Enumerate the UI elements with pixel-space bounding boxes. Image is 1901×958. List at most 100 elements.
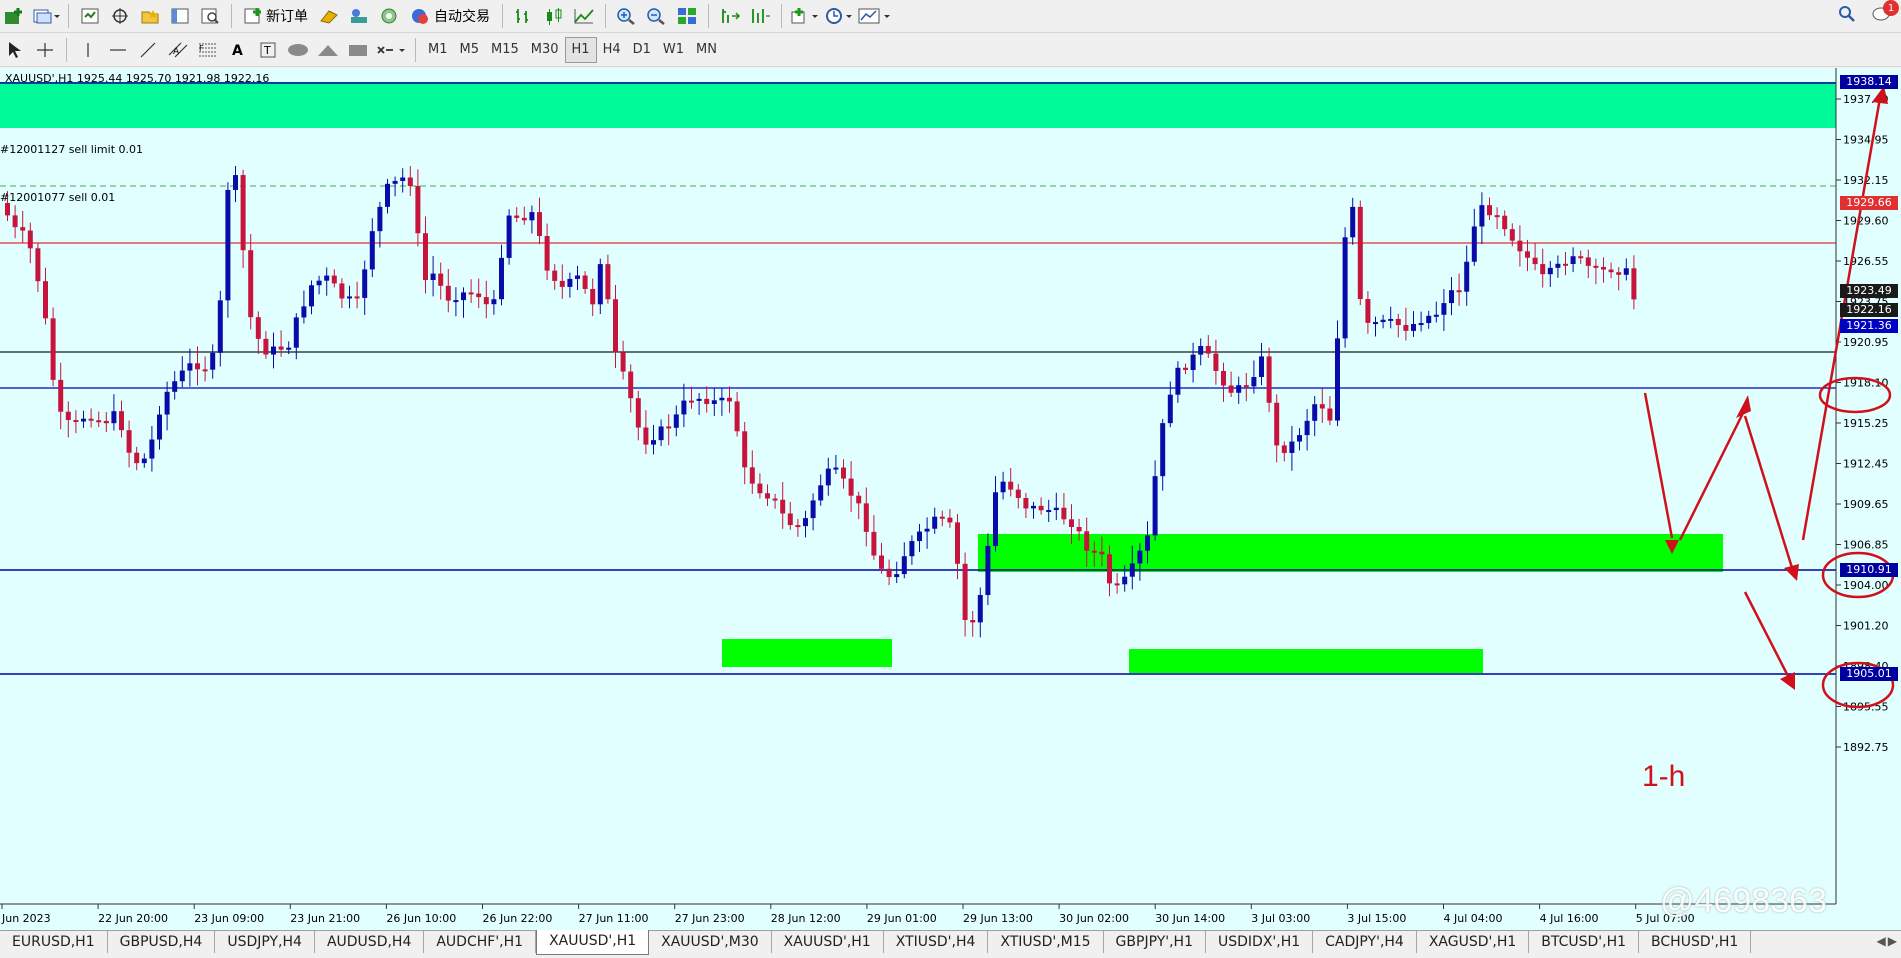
- new-chart-icon[interactable]: [2, 3, 28, 29]
- bull-candle: [1479, 205, 1485, 227]
- text-icon[interactable]: A: [225, 37, 251, 63]
- tile-windows-icon[interactable]: [674, 3, 700, 29]
- arrow-down-2: [1743, 415, 1795, 572]
- bull-candle: [385, 183, 390, 207]
- price-axis: 1937.401934.951932.151929.601926.551923.…: [1836, 93, 1889, 754]
- tab-btcusd-h1[interactable]: BTCUSD',H1: [1529, 931, 1640, 953]
- tab-scroll: ◀ ▶: [1877, 934, 1897, 948]
- rectangle-icon[interactable]: [345, 37, 371, 63]
- tab-gbpjpy-h1[interactable]: GBPJPY',H1: [1104, 931, 1206, 953]
- bull-candle: [924, 528, 930, 532]
- candlestick-chart-icon[interactable]: [541, 3, 567, 29]
- tab-eurusd-h1[interactable]: EURUSD,H1: [0, 931, 108, 953]
- triangle-icon[interactable]: [315, 37, 341, 63]
- sell-limit-order-label[interactable]: #12001127 sell limit 0.01: [0, 143, 143, 156]
- line-chart-icon[interactable]: [571, 3, 597, 29]
- timeframe-w1[interactable]: W1: [657, 37, 690, 63]
- arrows-menu-icon[interactable]: [375, 37, 407, 63]
- timeframe-m5[interactable]: M5: [454, 37, 486, 63]
- tab-usdidx-h1[interactable]: USDIDX',H1: [1206, 931, 1314, 953]
- auto-trading-button[interactable]: 自动交易: [406, 3, 494, 29]
- sell-order-label[interactable]: #12001077 sell 0.01: [0, 191, 115, 204]
- bear-candle: [1221, 370, 1226, 386]
- navigator-icon[interactable]: [167, 3, 193, 29]
- vertical-line-icon[interactable]: [75, 37, 101, 63]
- zoom-in-icon[interactable]: [614, 3, 640, 29]
- trendline-icon[interactable]: [135, 37, 161, 63]
- tab-audchf-h1[interactable]: AUDCHF',H1: [424, 931, 537, 953]
- tab-xauusd-h1[interactable]: XAUUSD',H1: [772, 931, 884, 953]
- price-tag-1923-49: 1923.49: [1840, 284, 1898, 298]
- timeframe-d1[interactable]: D1: [627, 37, 657, 63]
- tab-audusd-h4[interactable]: AUDUSD,H4: [315, 931, 425, 953]
- ellipse-icon[interactable]: [285, 37, 311, 63]
- autoscroll-icon[interactable]: [747, 3, 773, 29]
- timeframe-m15[interactable]: M15: [485, 37, 525, 63]
- favorites-icon[interactable]: [137, 3, 163, 29]
- demand-zone-right: [1129, 649, 1483, 673]
- timeframe-mn[interactable]: MN: [690, 37, 723, 63]
- chevron-right-icon[interactable]: ▶: [1888, 934, 1897, 948]
- tab-xagusd-h1[interactable]: XAGUSD',H1: [1417, 931, 1530, 953]
- demand-zone-left: [722, 639, 892, 667]
- bull-candle: [1342, 237, 1348, 339]
- search-icon[interactable]: [1837, 4, 1857, 28]
- crosshair-icon[interactable]: [32, 37, 58, 63]
- bear-candle: [1213, 353, 1219, 371]
- metaeditor-icon[interactable]: [316, 3, 342, 29]
- tab-gbpusd-h4[interactable]: GBPUSD,H4: [108, 931, 216, 953]
- new-order-button[interactable]: 新订单: [240, 3, 312, 29]
- tab-xauusd-m30[interactable]: XAUUSD',M30: [649, 931, 772, 953]
- text-label-icon[interactable]: T: [255, 37, 281, 63]
- bear-candle: [1107, 554, 1112, 584]
- timeframe-h1[interactable]: H1: [564, 36, 597, 63]
- chevron-left-icon[interactable]: ◀: [1877, 934, 1886, 948]
- profiles-icon[interactable]: [32, 3, 60, 29]
- bull-candle: [833, 467, 839, 470]
- crosshair-nav-icon[interactable]: [107, 3, 133, 29]
- equidistant-channel-icon[interactable]: A: [165, 37, 191, 63]
- zoom-out-icon[interactable]: [644, 3, 670, 29]
- bear-candle: [12, 215, 18, 228]
- tab-xtiusd-h4[interactable]: XTIUSD',H4: [884, 931, 989, 953]
- signals-icon[interactable]: [346, 3, 372, 29]
- bull-candle: [1297, 435, 1302, 442]
- timeframe-m1[interactable]: M1: [422, 37, 454, 63]
- tab-usdjpy-h4[interactable]: USDJPY,H4: [215, 931, 315, 953]
- tab-bchusd-h1[interactable]: BCHUSD',H1: [1639, 931, 1752, 953]
- chart-shift-icon[interactable]: [717, 3, 743, 29]
- toolbar-separator: [68, 4, 69, 28]
- bull-candle: [309, 285, 314, 307]
- bear-candle: [689, 400, 694, 403]
- terminal-icon[interactable]: [197, 3, 223, 29]
- fibonacci-icon[interactable]: F: [195, 37, 221, 63]
- indicators-icon[interactable]: [790, 3, 820, 29]
- bear-candle: [1517, 240, 1523, 252]
- price-chart[interactable]: 1937.40 1934.95 1932.15 1929.60 1926.55 1923.…: [0, 68, 1901, 930]
- horizontal-line-icon[interactable]: [105, 37, 131, 63]
- chart-canvas[interactable]: 1937.401934.951932.151929.601926.551923.…: [0, 68, 1901, 930]
- market-watch-icon[interactable]: [77, 3, 103, 29]
- bull-candle: [597, 264, 603, 305]
- bar-chart-icon[interactable]: [511, 3, 537, 29]
- periods-icon[interactable]: [824, 3, 854, 29]
- bull-candle: [658, 426, 664, 441]
- tab-xtiusd-m15[interactable]: XTIUSD',M15: [988, 931, 1104, 953]
- time-tick-label: 30 Jun 02:00: [1059, 912, 1129, 925]
- analysis-arrows: [1643, 97, 1895, 709]
- bull-candle: [1418, 323, 1424, 326]
- market-icon[interactable]: [376, 3, 402, 29]
- bear-candle: [970, 620, 976, 623]
- tab-cadjpy-h4[interactable]: CADJPY',H4: [1313, 931, 1417, 953]
- cursor-icon[interactable]: [2, 37, 28, 63]
- timeframe-m30[interactable]: M30: [525, 37, 565, 63]
- bull-candle: [233, 175, 238, 190]
- notifications-button[interactable]: 1: [1871, 0, 1899, 28]
- tab-xauusd-h1-active[interactable]: XAUUSD',H1: [536, 930, 650, 955]
- timeframe-h4[interactable]: H4: [597, 37, 627, 63]
- bear-candle: [43, 281, 48, 319]
- bear-candle: [1069, 519, 1074, 527]
- bull-candle: [932, 516, 938, 529]
- bear-candle: [103, 420, 109, 424]
- templates-icon[interactable]: [858, 3, 892, 29]
